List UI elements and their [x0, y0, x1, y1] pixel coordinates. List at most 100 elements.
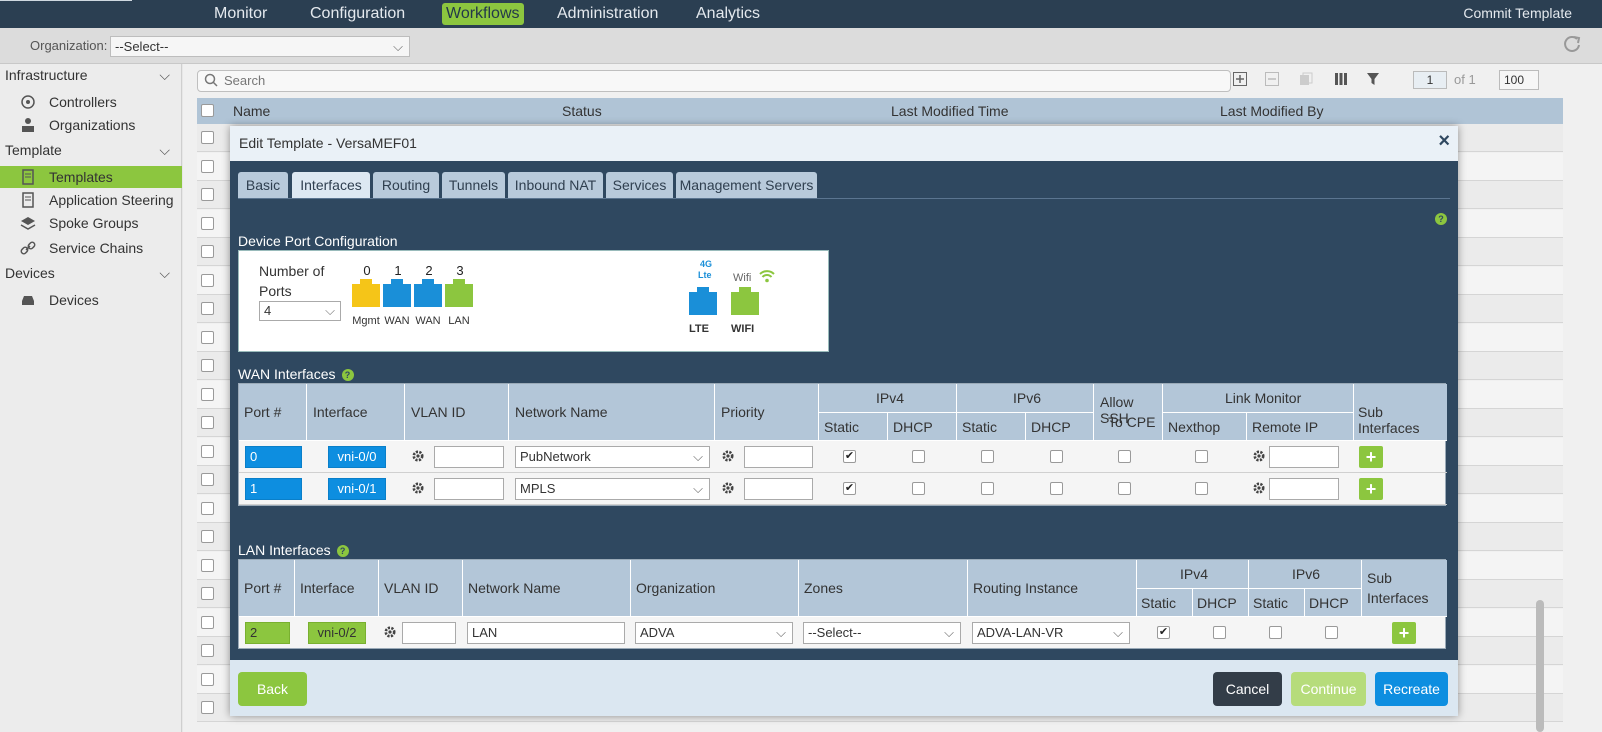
remove-icon[interactable]: [1265, 72, 1279, 86]
tab-routing[interactable]: Routing: [373, 172, 439, 198]
remote-ip-input[interactable]: [1269, 446, 1339, 468]
row-checkbox[interactable]: [201, 587, 214, 600]
nav-administration[interactable]: Administration: [553, 3, 662, 25]
row-checkbox[interactable]: [201, 131, 214, 144]
scrollbar[interactable]: [1536, 600, 1544, 732]
gear-icon[interactable]: [411, 481, 425, 495]
sidebar-item-controllers[interactable]: Controllers: [0, 91, 182, 113]
ipv4-dhcp-checkbox[interactable]: [912, 450, 925, 463]
ipv6-dhcp-checkbox[interactable]: [1050, 482, 1063, 495]
sidebar-section-infrastructure[interactable]: Infrastructure ⌵: [0, 64, 182, 86]
filter-icon[interactable]: [1366, 72, 1380, 86]
tab-management-servers[interactable]: Management Servers: [676, 172, 817, 198]
gear-icon[interactable]: [1252, 449, 1266, 463]
allow-ssh-checkbox[interactable]: [1118, 482, 1131, 495]
column-last-modified-by[interactable]: Last Modified By: [1220, 103, 1324, 119]
tab-inbound-nat[interactable]: Inbound NAT: [508, 172, 603, 198]
row-checkbox[interactable]: [201, 216, 214, 230]
ipv6-static-checkbox[interactable]: [981, 482, 994, 495]
allow-ssh-checkbox[interactable]: [1118, 450, 1131, 463]
vlan-id-input[interactable]: [434, 446, 504, 468]
sidebar-item-organizations[interactable]: Organizations: [0, 114, 182, 136]
columns-icon[interactable]: [1334, 72, 1348, 86]
column-name[interactable]: Name: [233, 103, 270, 119]
remote-ip-input[interactable]: [1269, 478, 1339, 500]
ipv4-static-checkbox[interactable]: ✔: [843, 482, 856, 495]
vlan-id-input[interactable]: [434, 478, 504, 500]
row-checkbox[interactable]: [201, 473, 214, 486]
row-checkbox[interactable]: [201, 530, 214, 543]
help-icon[interactable]: ?: [336, 545, 349, 557]
interface-input[interactable]: vni-0/1: [328, 478, 386, 500]
priority-input[interactable]: [744, 446, 813, 468]
copy-icon[interactable]: [1299, 72, 1313, 86]
page-size-select[interactable]: 100: [1499, 70, 1539, 90]
gear-icon[interactable]: [721, 481, 735, 495]
port-input[interactable]: 0: [245, 446, 302, 468]
gear-icon[interactable]: [411, 449, 425, 463]
port-input[interactable]: 1: [245, 478, 302, 500]
search-input[interactable]: Search: [197, 70, 1231, 92]
page-number-input[interactable]: 1: [1413, 71, 1447, 89]
interface-input[interactable]: vni-0/0: [328, 446, 386, 468]
row-checkbox[interactable]: [201, 359, 214, 372]
gear-icon[interactable]: [383, 625, 397, 639]
row-checkbox[interactable]: [201, 302, 214, 315]
row-checkbox[interactable]: [201, 188, 214, 201]
select-all-checkbox[interactable]: [201, 104, 214, 117]
sidebar-item-service-chains[interactable]: Service Chains: [0, 237, 182, 259]
nav-monitor[interactable]: Monitor: [210, 3, 271, 25]
tab-tunnels[interactable]: Tunnels: [442, 172, 505, 198]
sidebar-item-templates[interactable]: Templates: [0, 166, 182, 188]
vlan-id-input[interactable]: [402, 622, 456, 644]
sidebar-item-devices[interactable]: Devices: [0, 289, 182, 311]
ipv6-static-checkbox[interactable]: [1269, 626, 1282, 639]
row-checkbox[interactable]: [201, 501, 214, 515]
sidebar-item-spoke-groups[interactable]: Spoke Groups: [0, 212, 182, 234]
close-icon[interactable]: ×: [1438, 130, 1450, 153]
network-name-select[interactable]: MPLS ⌵: [515, 478, 710, 500]
ipv6-dhcp-checkbox[interactable]: [1050, 450, 1063, 463]
commit-template-link[interactable]: Commit Template: [1463, 5, 1572, 21]
help-icon[interactable]: ?: [1435, 213, 1447, 225]
ipv4-dhcp-checkbox[interactable]: [1213, 626, 1226, 639]
row-checkbox[interactable]: [201, 444, 214, 458]
ipv4-dhcp-checkbox[interactable]: [912, 482, 925, 495]
add-icon[interactable]: [1233, 72, 1247, 86]
refresh-icon[interactable]: [1562, 34, 1582, 54]
help-icon[interactable]: ?: [341, 369, 354, 381]
row-checkbox[interactable]: [201, 387, 214, 401]
interface-input[interactable]: vni-0/2: [308, 622, 366, 644]
organization-select[interactable]: --Select-- ⌵: [110, 36, 410, 57]
row-checkbox[interactable]: [201, 644, 214, 657]
row-checkbox[interactable]: [201, 273, 214, 287]
sidebar-item-application-steering[interactable]: Application Steering: [0, 189, 182, 211]
network-name-select[interactable]: PubNetwork ⌵: [515, 446, 710, 468]
tab-interfaces[interactable]: Interfaces: [292, 172, 370, 198]
recreate-button[interactable]: Recreate: [1375, 672, 1448, 706]
row-checkbox[interactable]: [201, 672, 214, 686]
tab-basic[interactable]: Basic: [238, 172, 288, 198]
column-status[interactable]: Status: [562, 103, 602, 119]
add-sub-interface-button[interactable]: +: [1359, 446, 1383, 468]
nav-configuration[interactable]: Configuration: [306, 3, 409, 25]
tab-services[interactable]: Services: [606, 172, 673, 198]
row-checkbox[interactable]: [201, 615, 214, 629]
add-sub-interface-button[interactable]: +: [1359, 478, 1383, 500]
row-checkbox[interactable]: [201, 245, 214, 258]
network-name-input[interactable]: LAN: [467, 622, 625, 644]
ipv6-static-checkbox[interactable]: [981, 450, 994, 463]
row-checkbox[interactable]: [201, 701, 214, 714]
sidebar-section-template[interactable]: Template ⌵: [0, 139, 182, 161]
cancel-button[interactable]: Cancel: [1213, 672, 1282, 706]
ipv4-static-checkbox[interactable]: ✔: [843, 450, 856, 463]
nav-workflows[interactable]: Workflows: [442, 3, 524, 25]
port-input[interactable]: 2: [245, 622, 290, 644]
back-button[interactable]: Back: [238, 672, 307, 706]
continue-button[interactable]: Continue: [1291, 672, 1366, 706]
priority-input[interactable]: [744, 478, 813, 500]
row-checkbox[interactable]: [201, 159, 214, 173]
column-last-modified-time[interactable]: Last Modified Time: [891, 103, 1009, 119]
sidebar-section-devices[interactable]: Devices ⌵: [0, 262, 182, 284]
ipv4-static-checkbox[interactable]: ✔: [1157, 626, 1170, 639]
